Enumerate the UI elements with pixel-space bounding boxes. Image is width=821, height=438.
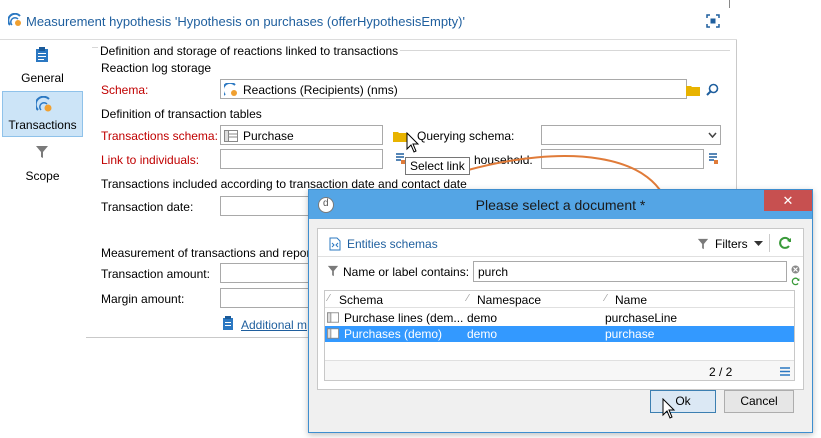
cell-schema: Purchases (demo) bbox=[344, 327, 443, 341]
table-row[interactable]: Purchase lines (dem... demo purchaseLine bbox=[325, 310, 794, 326]
tooltip: Select link bbox=[405, 157, 470, 175]
transactions-icon bbox=[36, 96, 52, 112]
link-individuals-field[interactable] bbox=[220, 149, 383, 169]
column-namespace[interactable]: Namespace bbox=[477, 293, 541, 307]
reactions-icon bbox=[224, 83, 237, 96]
link-edit-icon[interactable] bbox=[395, 153, 405, 165]
margin-amount-field[interactable] bbox=[220, 288, 320, 308]
entities-schemas-label[interactable]: Entities schemas bbox=[347, 237, 438, 251]
search-input[interactable]: purch bbox=[473, 261, 787, 282]
cell-namespace: demo bbox=[467, 327, 498, 341]
cell-namespace: demo bbox=[467, 311, 498, 325]
transaction-amount-field[interactable] bbox=[220, 263, 320, 283]
clear-icon[interactable] bbox=[791, 265, 800, 274]
schema-label: Schema: bbox=[101, 83, 149, 97]
window-title-bar: Measurement hypothesis 'Hypothesis on pu… bbox=[0, 0, 737, 40]
transaction-date-field[interactable] bbox=[220, 196, 320, 216]
grid-footer: 2 / 2 bbox=[325, 360, 794, 380]
transaction-date-label: Transaction date: bbox=[101, 200, 194, 214]
close-button[interactable]: ✕ bbox=[764, 190, 812, 211]
dialog-title-bar: d Please select a document * ✕ bbox=[309, 190, 812, 219]
column-schema[interactable]: Schema bbox=[339, 293, 383, 307]
table-icon bbox=[327, 312, 339, 323]
sort-icon: ⁄ bbox=[328, 293, 330, 304]
dialog-toolbar: Entities schemas Filters bbox=[318, 229, 803, 257]
search-icon[interactable] bbox=[706, 83, 719, 96]
sort-icon: ⁄ bbox=[467, 293, 469, 304]
menu-icon[interactable] bbox=[780, 367, 790, 376]
reaction-log-heading: Reaction log storage bbox=[101, 61, 212, 75]
mouse-cursor-icon bbox=[662, 398, 676, 419]
ok-button[interactable]: Ok bbox=[650, 390, 716, 413]
table-icon bbox=[327, 328, 339, 339]
transactions-schema-label: Transactions schema: bbox=[101, 129, 218, 143]
transactions-schema-field[interactable]: Purchase bbox=[220, 125, 383, 145]
search-value: purch bbox=[478, 265, 509, 279]
filters-button[interactable]: Filters bbox=[715, 237, 748, 251]
filter-icon bbox=[327, 265, 339, 277]
table-icon bbox=[224, 130, 238, 142]
clipboard-icon bbox=[223, 316, 233, 330]
filter-icon bbox=[697, 238, 709, 250]
cell-name: purchaseLine bbox=[605, 311, 678, 325]
schema-field[interactable]: Reactions (Recipients) (nms) bbox=[220, 79, 687, 99]
divider bbox=[729, 0, 730, 8]
divider bbox=[92, 47, 98, 48]
folder-icon[interactable] bbox=[393, 131, 407, 142]
transactions-schema-value: Purchase bbox=[243, 129, 294, 143]
link-edit-icon[interactable] bbox=[708, 153, 718, 165]
folder-icon[interactable] bbox=[686, 85, 700, 96]
sidebar-item-transactions[interactable]: Transactions bbox=[2, 91, 83, 137]
chevron-down-icon bbox=[708, 132, 717, 138]
refresh-icon[interactable] bbox=[778, 236, 792, 250]
sidebar: General Transactions Scope bbox=[0, 41, 86, 338]
window-title: Measurement hypothesis 'Hypothesis on pu… bbox=[26, 14, 465, 29]
cell-schema: Purchase lines (dem... bbox=[344, 311, 464, 325]
divider bbox=[400, 50, 730, 51]
mouse-cursor-icon bbox=[406, 132, 420, 153]
sidebar-item-label: Scope bbox=[25, 169, 60, 183]
filter-icon bbox=[36, 146, 48, 158]
row-count: 2 / 2 bbox=[709, 365, 733, 379]
column-name[interactable]: Name bbox=[615, 293, 647, 307]
clipboard-icon bbox=[36, 47, 48, 62]
select-document-dialog: d Please select a document * ✕ Entities … bbox=[308, 189, 813, 433]
margin-amount-label: Margin amount: bbox=[101, 292, 185, 306]
table-row-selected[interactable]: Purchases (demo) demo purchase bbox=[325, 326, 794, 342]
refresh-icon[interactable] bbox=[791, 277, 800, 286]
hypothesis-icon bbox=[8, 13, 21, 26]
sidebar-item-scope[interactable]: Scope bbox=[2, 141, 83, 187]
search-label: Name or label contains: bbox=[343, 265, 470, 279]
sidebar-item-label: Transactions bbox=[8, 118, 77, 132]
divider bbox=[769, 234, 770, 252]
definition-heading: Definition of transaction tables bbox=[101, 107, 262, 121]
cell-name: purchase bbox=[605, 327, 655, 341]
chevron-down-icon[interactable] bbox=[754, 241, 763, 247]
sidebar-item-label: General bbox=[21, 71, 64, 85]
additional-link[interactable]: Additional m bbox=[241, 318, 307, 332]
grid-header: ⁄ Schema ⁄ Namespace ⁄ Name bbox=[325, 291, 794, 308]
schema-value: Reactions (Recipients) (nms) bbox=[243, 83, 398, 97]
sidebar-item-general[interactable]: General bbox=[2, 43, 83, 89]
sort-icon: ⁄ bbox=[605, 293, 607, 304]
cancel-button[interactable]: Cancel bbox=[724, 390, 794, 413]
measurement-heading: Measurement of transactions and repor bbox=[101, 246, 311, 260]
section-title: Definition and storage of reactions link… bbox=[100, 44, 399, 58]
maximize-icon[interactable] bbox=[706, 14, 720, 28]
link-individuals-label: Link to individuals: bbox=[101, 153, 200, 167]
schema-file-icon bbox=[329, 237, 341, 251]
transaction-amount-label: Transaction amount: bbox=[101, 267, 210, 281]
dialog-title: Please select a document * bbox=[475, 197, 646, 213]
